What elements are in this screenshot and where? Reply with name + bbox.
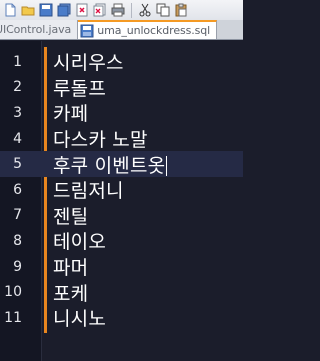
line-text-content: 파머	[53, 257, 89, 280]
close-all-icon	[93, 3, 106, 17]
line-text-content: 젠틸	[53, 205, 89, 228]
line-number: 4	[13, 130, 22, 147]
open-file-button[interactable]	[20, 2, 36, 18]
close-all-button[interactable]	[92, 2, 108, 18]
scissors-icon	[139, 3, 151, 17]
editor-line[interactable]: 2 루돌프	[0, 75, 243, 101]
line-number: 5	[13, 156, 22, 173]
save-all-icon	[57, 3, 71, 17]
close-file-button[interactable]	[74, 2, 90, 18]
tab-uicontrol-java[interactable]: UIControl.java	[0, 20, 79, 39]
line-text-content: 드림저니	[53, 180, 124, 203]
editor-line[interactable]: 3 카페	[0, 100, 243, 126]
editor-line[interactable]: 11 니시노	[0, 305, 243, 331]
notepad-plus-plus-window: UIControl.java uma_unlockdress.sql 1 시리우스…	[0, 0, 243, 361]
line-text[interactable]: 카페	[53, 99, 88, 126]
line-text-content: 니시노	[53, 308, 107, 331]
line-text-content: 포케	[53, 282, 89, 305]
line-number: 6	[13, 181, 22, 198]
editor-line[interactable]: 8 테이오	[0, 228, 243, 254]
line-text[interactable]: 드림저니	[53, 176, 124, 203]
line-text[interactable]: 니시노	[53, 304, 106, 331]
text-editor[interactable]: 1 시리우스 2 루돌프 3 카페 4 다스카 노말 5 후쿠 이벤트옷 6 드림저니 7 젠틸 8 테이오 9…	[0, 41, 243, 361]
editor-line[interactable]: 10 포케	[0, 279, 243, 305]
save-all-button[interactable]	[56, 2, 72, 18]
copy-button[interactable]	[155, 2, 171, 18]
line-text-content: 시리우스	[53, 52, 124, 75]
close-file-icon	[76, 3, 88, 17]
toolbar-separator	[131, 2, 132, 18]
print-button[interactable]	[110, 2, 126, 18]
editor-line[interactable]: 6 드림저니	[0, 177, 243, 203]
line-text[interactable]: 루돌프	[53, 74, 106, 101]
line-text-content: 후쿠 이벤트옷	[53, 154, 166, 177]
save-icon	[39, 3, 53, 17]
line-text[interactable]: 포케	[53, 279, 88, 306]
line-text[interactable]: 시리우스	[53, 48, 124, 75]
new-file-icon	[5, 3, 16, 17]
line-number: 1	[13, 53, 22, 70]
toolbar	[0, 0, 243, 20]
editor-lines: 1 시리우스 2 루돌프 3 카페 4 다스카 노말 5 후쿠 이벤트옷 6 드림저니 7 젠틸 8 테이오 9…	[0, 49, 243, 331]
cut-button[interactable]	[137, 2, 153, 18]
text-caret	[166, 156, 168, 177]
tab-uma-unlockdress-sql[interactable]: uma_unlockdress.sql	[78, 20, 218, 39]
line-text[interactable]: 후쿠 이벤트옷	[53, 151, 168, 178]
tab-label: UIControl.java	[0, 23, 72, 36]
line-number: 11	[4, 309, 22, 326]
new-file-button[interactable]	[2, 2, 18, 18]
editor-line[interactable]: 9 파머	[0, 254, 243, 280]
line-number: 9	[13, 258, 22, 275]
sql-file-icon	[80, 24, 94, 37]
open-folder-icon	[21, 6, 35, 16]
paste-button[interactable]	[173, 2, 189, 18]
line-number: 2	[13, 79, 22, 96]
editor-line[interactable]: 4 다스카 노말	[0, 126, 243, 152]
line-text-content: 루돌프	[53, 77, 107, 100]
editor-line[interactable]: 7 젠틸	[0, 203, 243, 229]
line-text[interactable]: 젠틸	[53, 202, 88, 229]
print-icon	[111, 3, 125, 17]
save-button[interactable]	[38, 2, 54, 18]
line-number: 8	[13, 232, 22, 249]
line-text[interactable]: 다스카 노말	[53, 125, 148, 152]
tab-label: uma_unlockdress.sql	[97, 24, 211, 37]
line-text-content: 다스카 노말	[53, 129, 148, 152]
copy-icon	[156, 3, 170, 17]
line-number: 3	[13, 104, 22, 121]
line-text-content: 카페	[53, 103, 89, 126]
line-text[interactable]: 파머	[53, 253, 88, 280]
editor-line[interactable]: 5 후쿠 이벤트옷	[0, 151, 243, 177]
editor-line[interactable]: 1 시리우스	[0, 49, 243, 75]
paste-icon	[175, 3, 187, 17]
line-number: 10	[4, 284, 22, 301]
file-tab-bar: UIControl.java uma_unlockdress.sql	[0, 20, 243, 40]
line-text-content: 테이오	[53, 231, 107, 254]
line-text[interactable]: 테이오	[53, 227, 106, 254]
line-number: 7	[13, 207, 22, 224]
